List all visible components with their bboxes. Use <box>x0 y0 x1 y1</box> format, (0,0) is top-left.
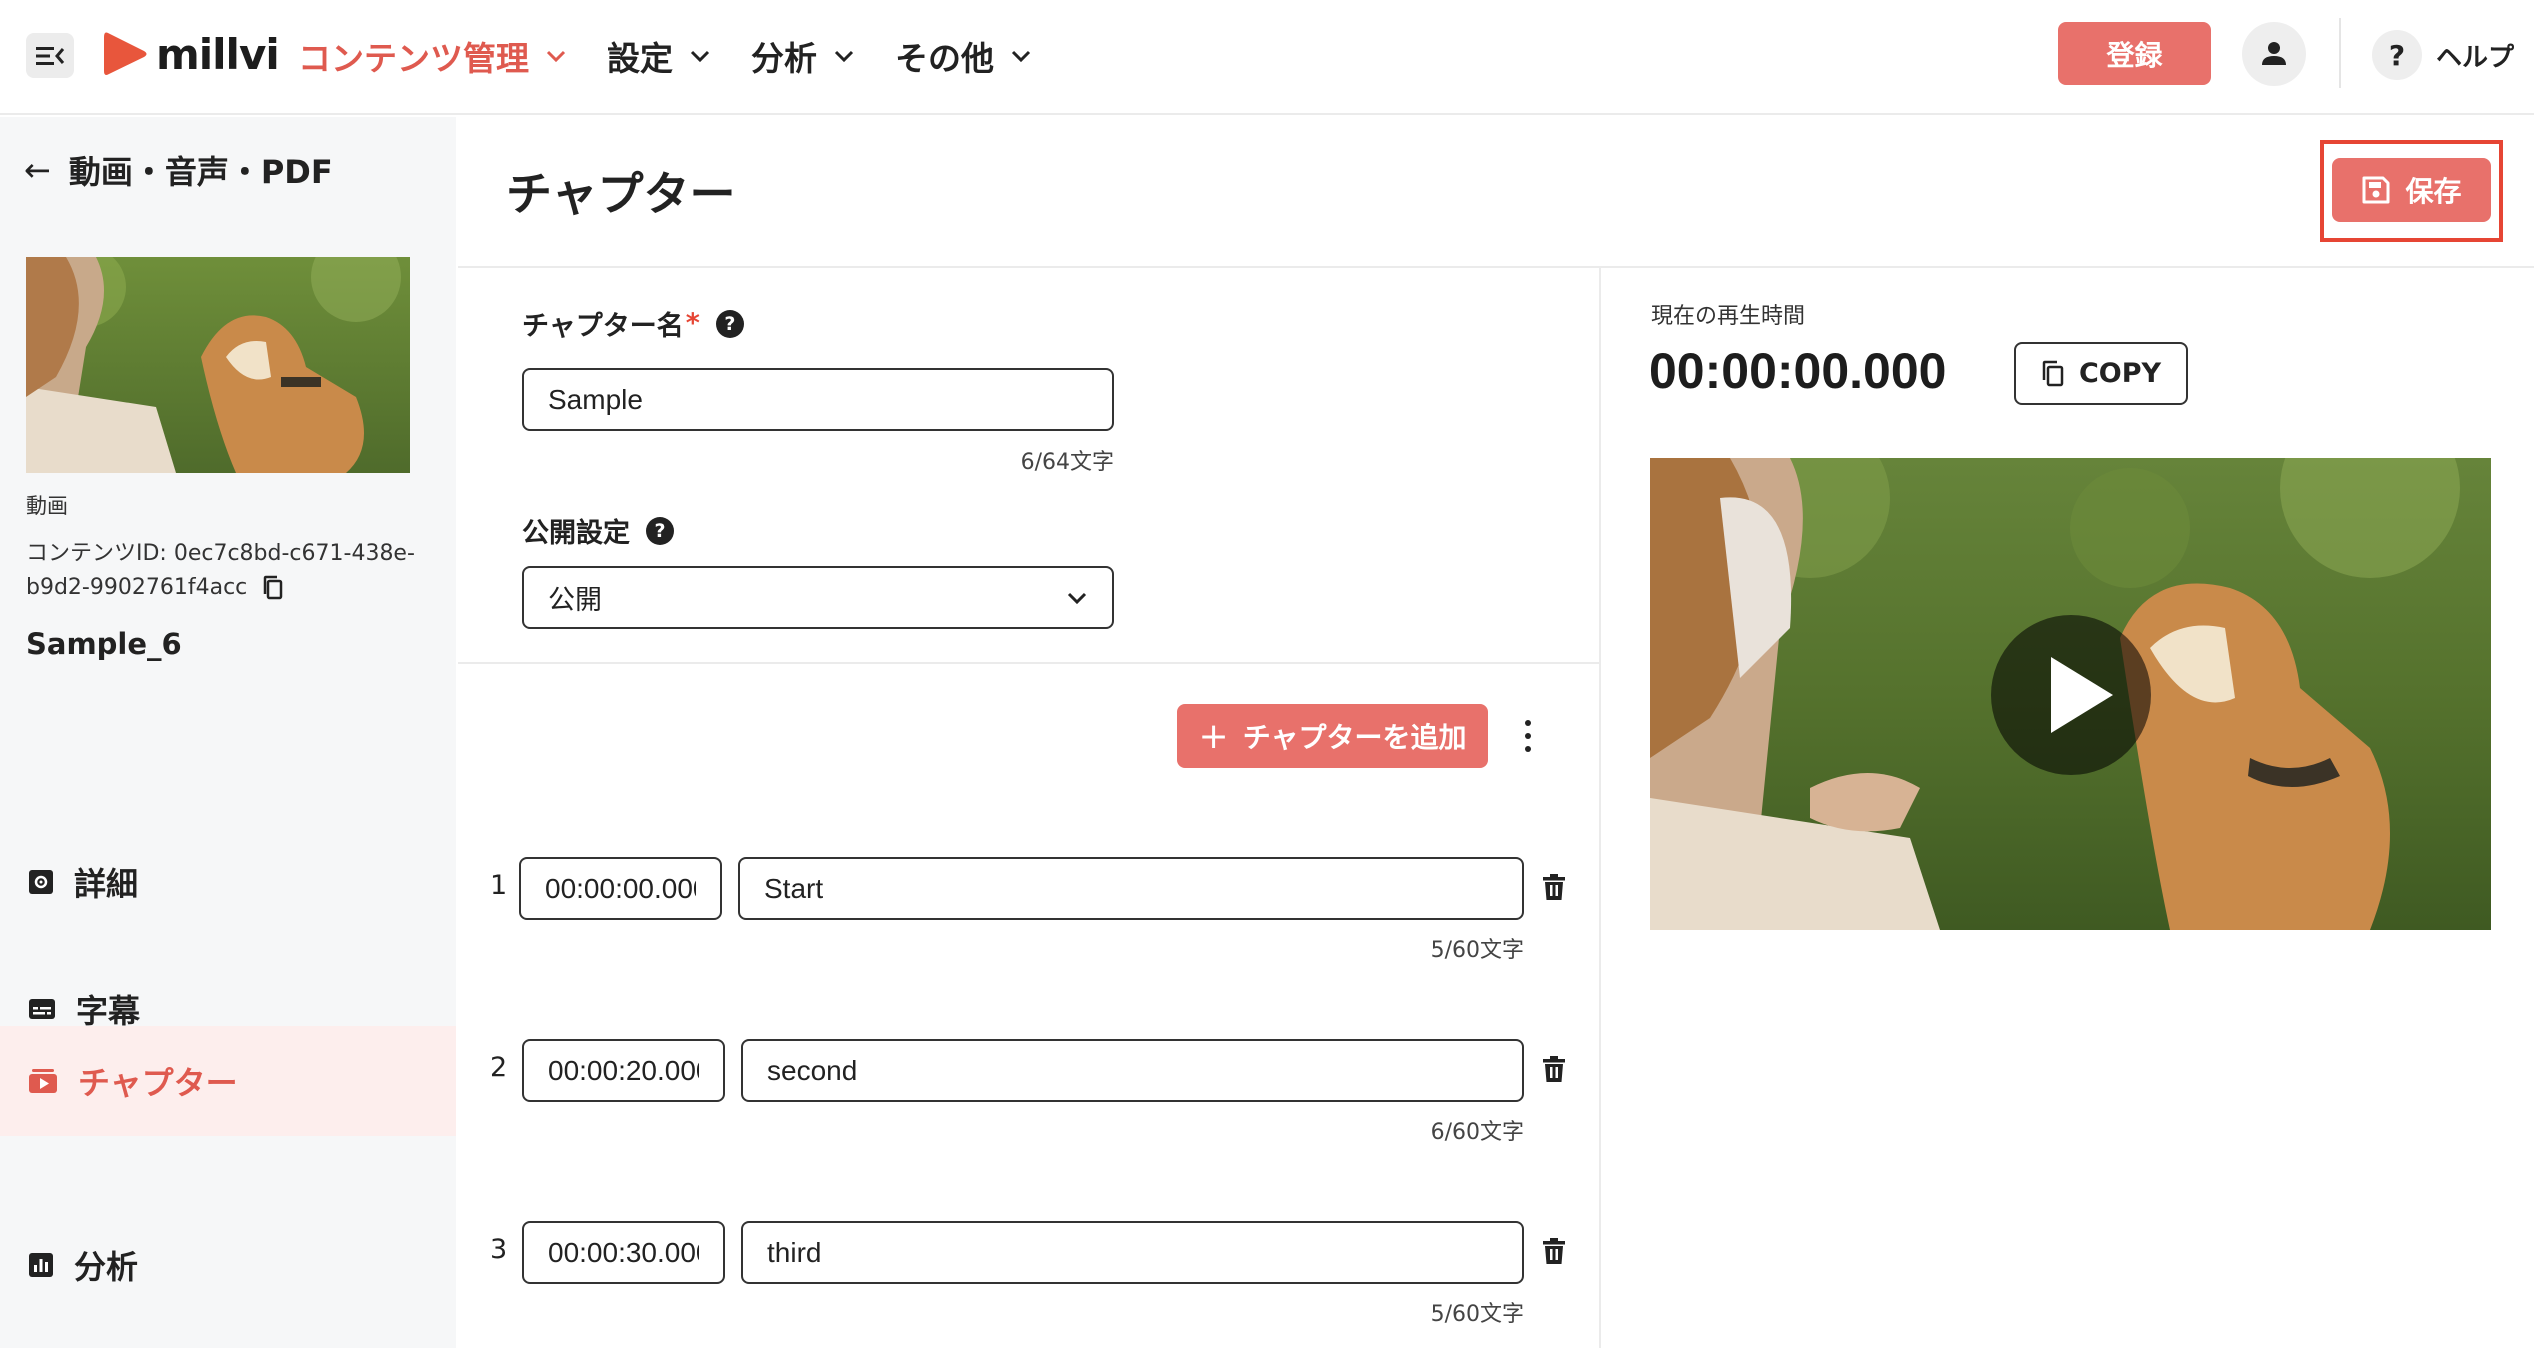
help-link[interactable]: ? ヘルプ <box>2372 30 2514 80</box>
sidebar-item-label: 詳細 <box>74 865 139 903</box>
back-title: 動画・音声・PDF <box>68 153 333 191</box>
chapter-name-label: チャプター名 * ? <box>522 304 744 343</box>
top-header: millvi コンテンツ管理 設定 分析 その他 登録 ? ヘルプ <box>0 0 2534 115</box>
user-icon <box>2262 42 2286 65</box>
chapter-title-counter: 5/60文字 <box>1430 938 1524 963</box>
arrow-left-icon: ← <box>24 151 51 189</box>
chapter-name-counter: 6/64文字 <box>1020 450 1114 475</box>
thumbnail-image <box>26 257 410 473</box>
chapter-name-label-text: チャプター名 <box>522 311 684 342</box>
chevron-down-icon <box>546 50 566 63</box>
chapter-time-input[interactable] <box>522 1221 725 1284</box>
nav-label: 設定 <box>607 39 673 78</box>
chapter-title-input[interactable] <box>741 1039 1524 1102</box>
delete-icon[interactable] <box>1542 873 1566 901</box>
sidebar-item-label: チャプター <box>78 1064 238 1102</box>
add-chapter-button[interactable]: + チャプターを追加 <box>1177 704 1488 768</box>
content-type: 動画 <box>26 494 68 518</box>
bar-chart-icon <box>29 1253 53 1277</box>
content-id-text: コンテンツID: 0ec7c8bd-c671-438e-b9d2-9902761… <box>26 541 415 600</box>
millvi-logo[interactable]: millvi <box>104 24 280 84</box>
delete-icon[interactable] <box>1542 1055 1566 1083</box>
help-icon: ? <box>2372 30 2422 80</box>
settings-box-icon <box>29 870 53 894</box>
plus-icon: + <box>1198 715 1229 757</box>
section-divider <box>458 662 1600 664</box>
chapter-number: 3 <box>490 1234 508 1265</box>
copy-label: COPY <box>2078 358 2162 389</box>
save-button[interactable]: 保存 <box>2332 158 2491 222</box>
help-circle-icon[interactable]: ? <box>715 309 744 338</box>
chapter-number: 2 <box>490 1052 508 1083</box>
account-button[interactable] <box>2242 22 2306 86</box>
more-options-icon[interactable] <box>1516 716 1540 756</box>
chevron-down-icon <box>690 50 710 63</box>
content-id: コンテンツID: 0ec7c8bd-c671-438e-b9d2-9902761… <box>26 537 436 605</box>
nav-other[interactable]: その他 <box>895 32 1032 80</box>
title-divider <box>458 266 2534 268</box>
help-circle-icon[interactable]: ? <box>646 516 674 545</box>
chapter-title-input[interactable] <box>738 857 1524 920</box>
sidebar-item-chapters[interactable]: チャプター <box>0 1026 456 1136</box>
chapter-time-input[interactable] <box>519 857 722 920</box>
add-chapter-label: チャプターを追加 <box>1242 721 1467 754</box>
chapter-title-counter: 5/60文字 <box>1430 1302 1524 1327</box>
current-time-value: 00:00:00.000 <box>1649 343 1947 399</box>
menu-toggle-button[interactable] <box>26 33 74 78</box>
chapter-time-input[interactable] <box>522 1039 725 1102</box>
save-label: 保存 <box>2405 175 2462 208</box>
play-icon[interactable] <box>1991 615 2151 775</box>
back-link[interactable]: ← 動画・音声・PDF <box>24 147 333 193</box>
chapter-title-input[interactable] <box>741 1221 1524 1284</box>
nav-content-management[interactable]: コンテンツ管理 <box>298 32 567 80</box>
copy-time-button[interactable]: COPY <box>2014 342 2188 405</box>
video-player[interactable] <box>1650 458 2491 930</box>
video-library-icon <box>29 1069 57 1093</box>
help-label: ヘルプ <box>2436 42 2515 73</box>
nav-label: 分析 <box>751 39 817 78</box>
logo-text: millvi <box>156 29 280 79</box>
nav-label: その他 <box>895 39 994 78</box>
sidebar-item-label: 分析 <box>74 1248 139 1286</box>
header-divider <box>2339 18 2341 88</box>
nav-analytics[interactable]: 分析 <box>751 32 855 80</box>
subtitles-icon <box>29 999 55 1019</box>
publish-setting-select[interactable]: 公開 <box>522 566 1114 629</box>
sidebar-item-details[interactable]: 詳細 <box>0 827 456 937</box>
content-name: Sample_6 <box>26 627 182 661</box>
panel-divider <box>1599 268 1601 1348</box>
nav-settings[interactable]: 設定 <box>607 32 711 80</box>
current-time-label: 現在の再生時間 <box>1651 304 1806 329</box>
page-title: チャプター <box>506 167 736 221</box>
publish-setting-label: 公開設定 ? <box>522 511 674 550</box>
chapter-name-input[interactable] <box>522 368 1114 431</box>
copy-icon <box>2042 360 2064 386</box>
chevron-down-icon <box>834 50 854 63</box>
sidebar: ← 動画・音声・PDF 動画 コンテンツID: 0ec7c8bd-c671-43… <box>0 117 456 1348</box>
logo-play-icon <box>104 32 147 75</box>
menu-collapse-icon <box>36 47 65 65</box>
copy-icon[interactable] <box>262 575 284 601</box>
chevron-down-icon <box>1011 50 1031 63</box>
chapter-title-counter: 6/60文字 <box>1430 1120 1524 1145</box>
delete-icon[interactable] <box>1542 1237 1566 1265</box>
chapter-number: 1 <box>490 870 508 901</box>
save-icon <box>2362 176 2390 204</box>
chevron-down-icon <box>1067 592 1087 604</box>
main-nav: コンテンツ管理 設定 分析 その他 <box>298 26 1072 86</box>
register-button[interactable]: 登録 <box>2058 22 2211 85</box>
sidebar-item-analytics[interactable]: 分析 <box>0 1210 456 1320</box>
publish-setting-label-text: 公開設定 <box>522 518 630 549</box>
publish-setting-value: 公開 <box>548 585 602 616</box>
content-thumbnail <box>26 257 410 473</box>
required-mark: * <box>685 308 700 339</box>
nav-label: コンテンツ管理 <box>298 39 529 78</box>
